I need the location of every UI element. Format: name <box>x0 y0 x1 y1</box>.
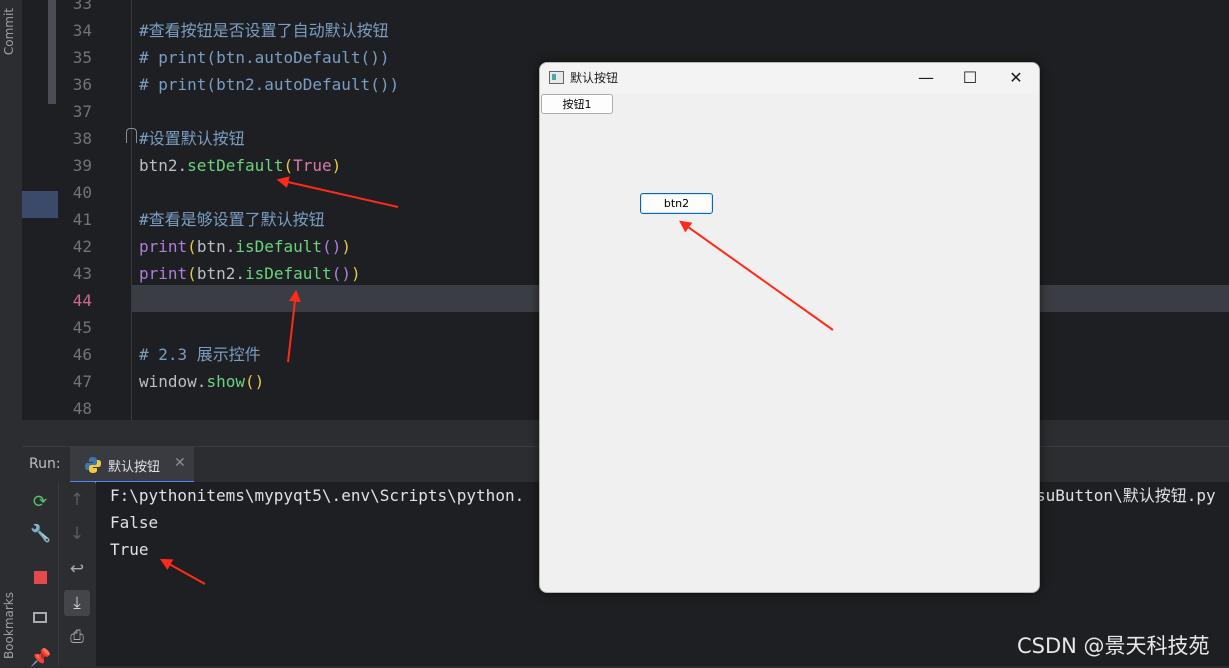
line-number: 42 <box>72 237 92 256</box>
code-token-method: setDefault <box>187 156 284 175</box>
code-token-method: isDefault <box>235 237 323 256</box>
line-number: 41 <box>72 210 92 229</box>
code-token-method: isDefault <box>244 264 332 283</box>
code-token-call: () <box>331 264 351 283</box>
qt-window-titlebar[interactable]: 默认按钮 — ☐ ✕ <box>540 63 1039 93</box>
code-token-object: btn2 <box>196 264 236 283</box>
down-arrow-icon[interactable]: ↓ <box>67 524 87 544</box>
close-icon[interactable]: ✕ <box>994 66 1038 90</box>
wrench-icon[interactable]: 🔧 <box>30 524 51 544</box>
run-tab[interactable]: 默认按钮 ✕ <box>70 447 194 483</box>
code-line-show[interactable]: window.show() <box>139 368 264 395</box>
run-tab-label: 默认按钮 <box>108 460 161 475</box>
line-number: 47 <box>72 372 92 391</box>
console-output-line: True <box>110 540 149 559</box>
left-tool-strip: Commit Bookmarks <box>0 0 23 666</box>
code-token-builtin: print <box>139 264 188 283</box>
code-line-comment[interactable]: # print(btn.autoDefault()) <box>139 44 389 71</box>
code-line-comment[interactable]: #设置默认按钮 <box>139 125 245 152</box>
stop-icon[interactable] <box>30 568 50 588</box>
code-line-print-btn[interactable]: print(btn.isDefault()) <box>139 233 351 260</box>
commit-tool-label[interactable]: Commit <box>2 8 16 55</box>
qt-window-title: 默认按钮 <box>570 71 619 85</box>
console-command-path-end: suButton\默认按钮.py <box>1036 486 1216 505</box>
code-token-object: btn <box>196 237 226 256</box>
fold-marker-icon[interactable] <box>126 128 137 143</box>
python-icon <box>85 457 101 473</box>
code-token-call: () <box>322 237 342 256</box>
line-number-current: 44 <box>72 291 92 310</box>
code-token-dot: . <box>225 237 236 256</box>
code-line-comment[interactable]: # print(btn2.autoDefault()) <box>139 71 399 98</box>
code-line-setdefault[interactable]: btn2.setDefault(True) <box>139 152 341 179</box>
bookmarks-tool-label[interactable]: Bookmarks <box>2 592 16 659</box>
code-line-comment[interactable]: # 2.3 展示控件 <box>139 341 261 368</box>
code-token-object: btn2 <box>139 156 178 175</box>
code-token-object: window <box>139 372 197 391</box>
minimize-icon[interactable]: — <box>904 66 948 90</box>
qt-app-window[interactable]: 默认按钮 — ☐ ✕ 按钮1 btn2 <box>539 62 1040 593</box>
run-label: Run: <box>29 456 61 472</box>
line-number: 38 <box>72 129 92 148</box>
line-number: 37 <box>72 102 92 121</box>
run-toolbar-secondary: ↑ ↓ ↩ ⤓ ⎙ <box>59 482 95 666</box>
code-token-paren: ) <box>341 237 351 256</box>
gutter-divider <box>131 0 132 420</box>
print-icon[interactable]: ⎙ <box>67 627 87 647</box>
code-token-dot: . <box>177 156 188 175</box>
code-token-paren: ) <box>331 156 342 175</box>
btn2-default-button[interactable]: btn2 <box>640 193 713 214</box>
code-token-paren: ( <box>187 264 197 283</box>
code-token-paren: ) <box>350 264 361 283</box>
gutter-highlight <box>22 191 58 218</box>
button-1[interactable]: 按钮1 <box>541 94 613 114</box>
code-token-dot: . <box>235 264 245 283</box>
line-number: 45 <box>72 318 92 337</box>
line-number: 43 <box>72 264 92 283</box>
line-number: 36 <box>72 75 92 94</box>
line-number: 46 <box>72 345 92 364</box>
code-token-dot: . <box>196 372 207 391</box>
soft-wrap-icon[interactable]: ↩ <box>67 559 87 579</box>
editor-scrollbar-thumb[interactable] <box>48 0 56 104</box>
app-window-icon <box>549 71 564 84</box>
maximize-icon[interactable]: ☐ <box>948 66 992 90</box>
run-toolbar-primary: ⟳ 🔧 📌 <box>22 482 59 668</box>
code-token-method: show <box>206 372 245 391</box>
line-number: 40 <box>72 183 92 202</box>
code-token-call: () <box>244 372 265 391</box>
console-output-line: False <box>110 513 159 532</box>
up-arrow-icon[interactable]: ↑ <box>67 490 87 510</box>
console-command-path: F:\pythonitems\mypyqt5\.env\Scripts\pyth… <box>110 486 525 505</box>
pin-icon[interactable]: 📌 <box>30 648 51 668</box>
code-line-comment[interactable]: #查看按钮是否设置了自动默认按钮 <box>139 17 389 44</box>
line-number: 35 <box>72 48 92 67</box>
watermark: CSDN @景天科技苑 <box>1017 634 1210 658</box>
layout-icon[interactable] <box>30 610 50 630</box>
code-token-paren: ( <box>187 237 197 256</box>
rerun-icon[interactable]: ⟳ <box>30 492 50 512</box>
close-icon[interactable]: ✕ <box>174 455 186 471</box>
code-line-print-btn2[interactable]: print(btn2.isDefault()) <box>139 260 361 287</box>
code-token-builtin: print <box>139 237 188 256</box>
code-line-comment[interactable]: #查看是够设置了默认按钮 <box>139 206 325 233</box>
line-number: 33 <box>72 0 92 13</box>
line-number: 39 <box>72 156 92 175</box>
line-number: 48 <box>72 399 92 418</box>
code-token-paren: ( <box>283 156 294 175</box>
line-number: 34 <box>72 21 92 40</box>
code-token-bool: True <box>293 156 332 175</box>
scroll-to-end-icon[interactable]: ⤓ <box>64 590 90 616</box>
